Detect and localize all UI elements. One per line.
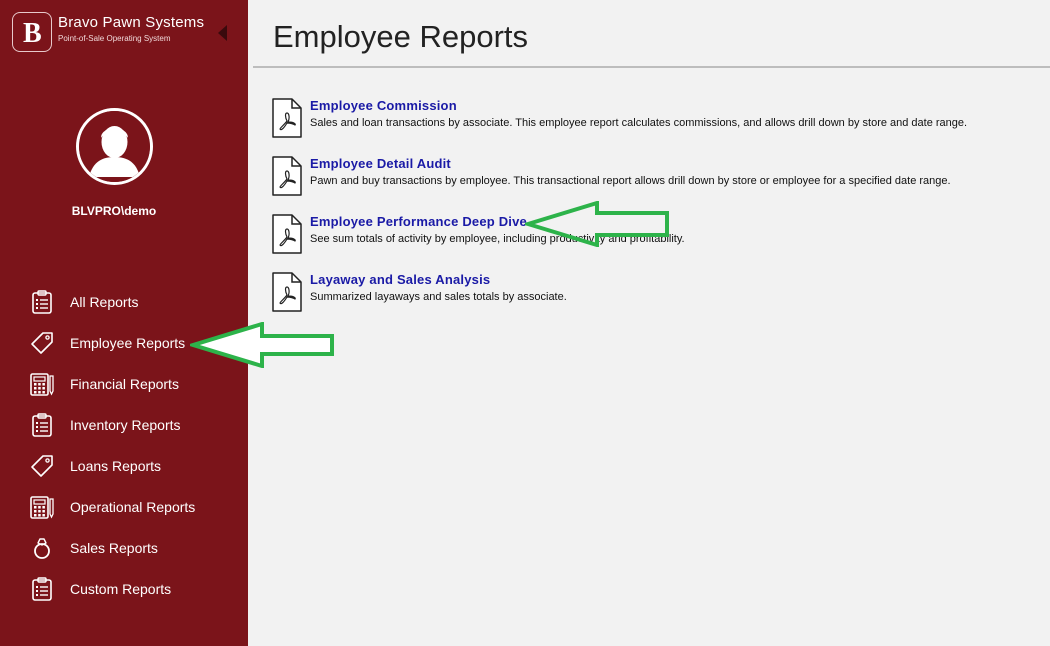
pdf-file-icon[interactable] (272, 272, 302, 312)
calculator-icon (30, 495, 54, 519)
brand-subtitle: Point-of-Sale Operating System (58, 34, 171, 43)
sidebar-item-label: Financial Reports (70, 375, 179, 392)
sidebar-item-custom-reports[interactable]: Custom Reports (0, 568, 248, 609)
brand[interactable]: B Bravo Pawn Systems Point-of-Sale Opera… (12, 12, 204, 52)
report-item: Employee Detail Audit Pawn and buy trans… (272, 156, 1042, 214)
sidebar-item-inventory-reports[interactable]: Inventory Reports (0, 404, 248, 445)
sidebar-item-label: Custom Reports (70, 580, 172, 597)
sidebar-item-label: Operational Reports (70, 498, 196, 515)
sidebar-item-label: All Reports (70, 293, 139, 310)
username: BLVPRO\demo (71, 204, 157, 218)
sidebar-item-all-reports[interactable]: All Reports (0, 281, 248, 322)
tag-icon (30, 331, 54, 355)
collapse-sidebar-icon[interactable] (218, 25, 227, 41)
sidebar: B Bravo Pawn Systems Point-of-Sale Opera… (0, 0, 248, 646)
report-link-employee-detail-audit[interactable]: Employee Detail Audit (310, 156, 951, 171)
main-content: Employee Reports Employee Commission Sal… (248, 0, 1050, 646)
sidebar-item-financial-reports[interactable]: Financial Reports (0, 363, 248, 404)
report-description: See sum totals of activity by employee, … (310, 233, 685, 245)
report-link-employee-commission[interactable]: Employee Commission (310, 98, 967, 113)
ring-icon (30, 536, 54, 560)
brand-logo: B (12, 12, 52, 52)
clipboard-icon (30, 576, 54, 601)
report-item: Employee Performance Deep Dive See sum t… (272, 214, 1042, 272)
title-divider (253, 66, 1050, 68)
clipboard-icon (30, 412, 54, 437)
sidebar-item-operational-reports[interactable]: Operational Reports (0, 486, 248, 527)
report-item: Employee Commission Sales and loan trans… (272, 98, 1042, 156)
sidebar-item-loans-reports[interactable]: Loans Reports (0, 445, 248, 486)
sidebar-item-sales-reports[interactable]: Sales Reports (0, 527, 248, 568)
tag-icon (30, 454, 54, 478)
report-link-employee-performance-deep-dive[interactable]: Employee Performance Deep Dive (310, 214, 685, 229)
pdf-file-icon[interactable] (272, 214, 302, 254)
report-list: Employee Commission Sales and loan trans… (272, 98, 1042, 330)
pdf-file-icon[interactable] (272, 98, 302, 138)
brand-title: Bravo Pawn Systems (58, 14, 205, 31)
page-title: Employee Reports (273, 19, 529, 54)
pdf-file-icon[interactable] (272, 156, 302, 196)
report-item: Layaway and Sales Analysis Summarized la… (272, 272, 1042, 330)
user-silhouette-icon (79, 111, 150, 182)
sidebar-item-label: Inventory Reports (70, 416, 181, 433)
report-description: Sales and loan transactions by associate… (310, 117, 968, 129)
sidebar-item-label: Loans Reports (70, 457, 162, 474)
avatar[interactable] (76, 108, 153, 185)
report-description: Pawn and buy transactions by employee. T… (310, 175, 951, 187)
sidebar-item-label: Sales Reports (70, 539, 158, 556)
sidebar-item-employee-reports[interactable]: Employee Reports (0, 322, 248, 363)
report-description: Summarized layaways and sales totals by … (310, 291, 567, 303)
sidebar-item-label: Employee Reports (70, 334, 186, 351)
svg-text:B: B (23, 18, 42, 47)
report-link-layaway-and-sales-analysis[interactable]: Layaway and Sales Analysis (310, 272, 567, 287)
sidebar-nav: All Reports Employee Reports Financial R… (0, 281, 248, 609)
clipboard-icon (30, 289, 54, 314)
calculator-icon (30, 372, 54, 396)
